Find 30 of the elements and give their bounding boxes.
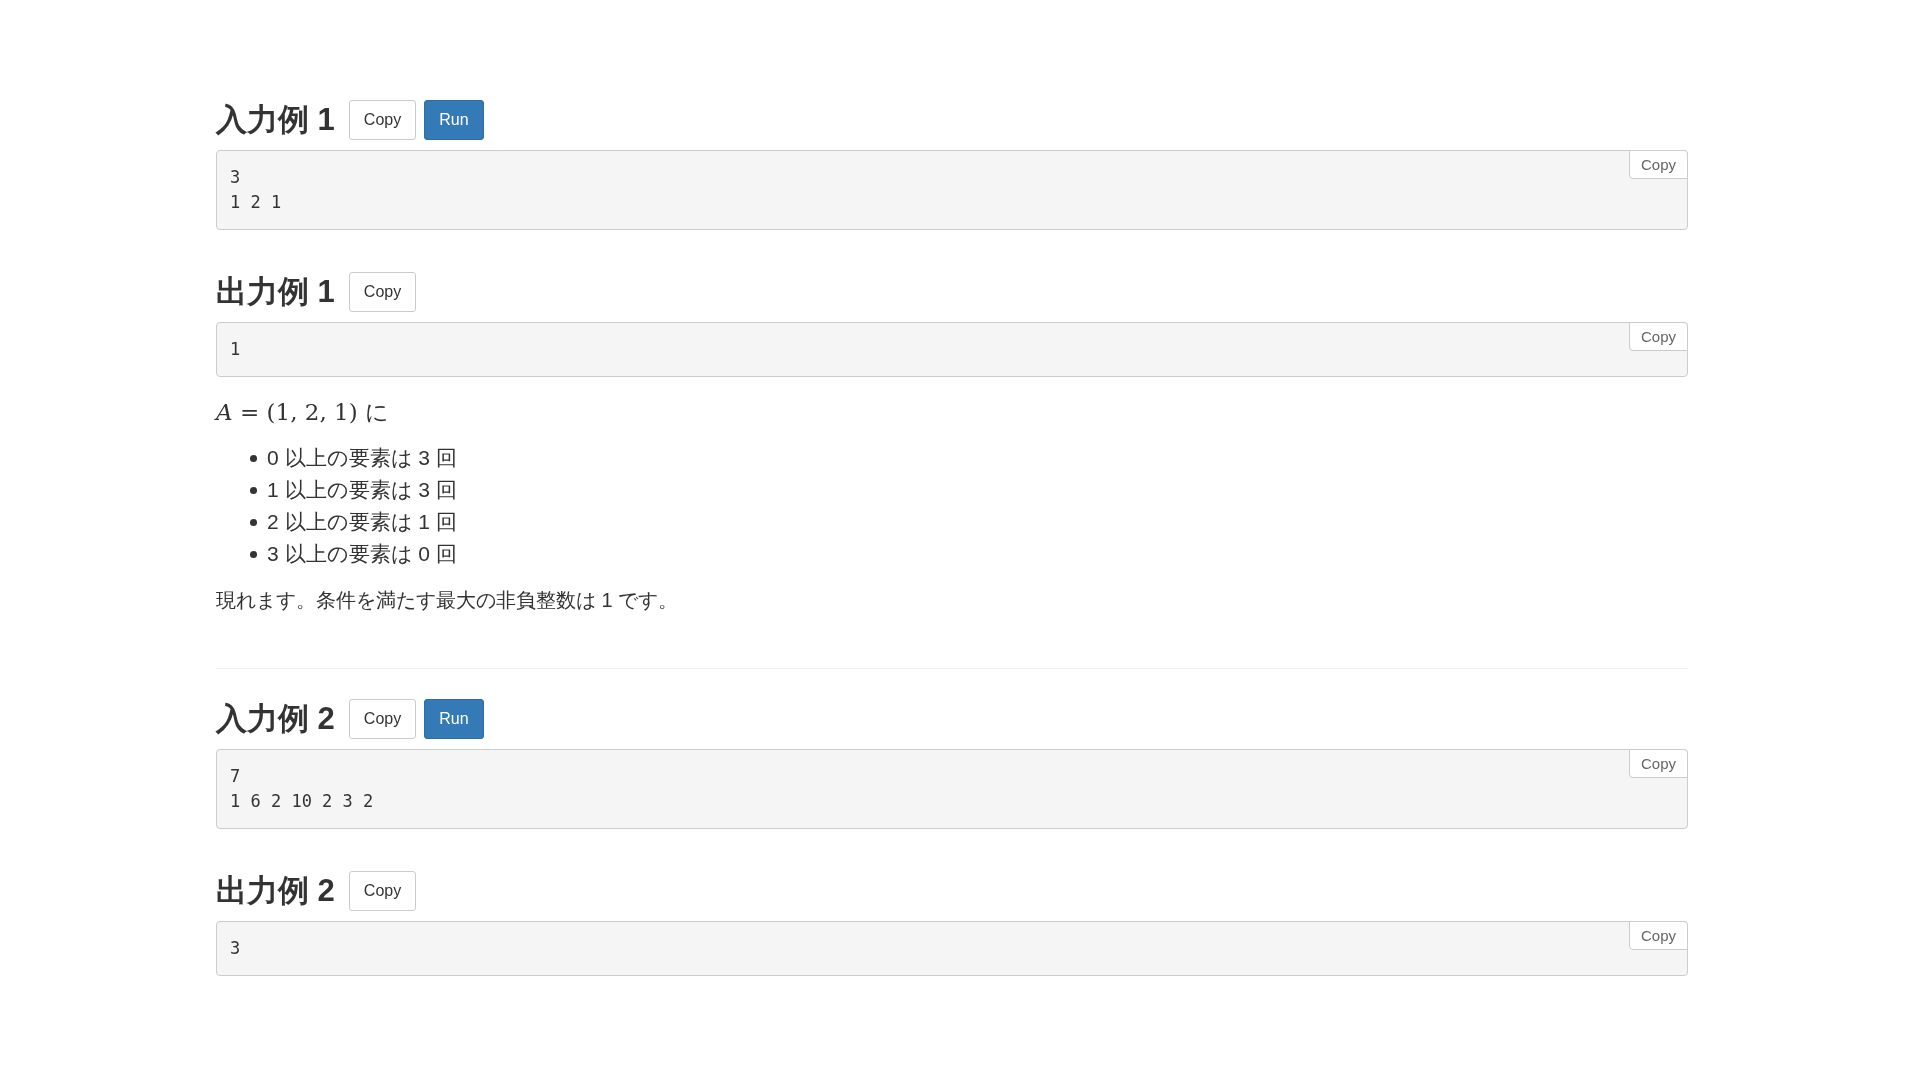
copy-button[interactable]: Copy <box>348 699 417 739</box>
copy-button[interactable]: Copy <box>348 100 417 140</box>
list-item: 0 以上の要素は 3 回 <box>267 445 457 471</box>
copy-button[interactable]: Copy <box>1628 921 1688 950</box>
section-heading: 出力例 1 <box>216 273 335 311</box>
bullet-icon <box>250 550 257 558</box>
section-heading: 出力例 2 <box>216 872 335 910</box>
copy-button[interactable]: Copy <box>1628 150 1688 179</box>
bullet-icon <box>250 454 257 462</box>
list-item: 3 以上の要素は 0 回 <box>267 541 457 567</box>
code-line: 7 <box>230 765 241 788</box>
copy-button[interactable]: Copy <box>348 272 417 312</box>
explanation-text: 現れます。条件を満たす最大の非負整数は 1 です。 <box>216 589 679 611</box>
run-button[interactable]: Run <box>424 100 484 140</box>
code-line: 3 <box>230 166 241 189</box>
section-heading: 入力例 2 <box>216 700 335 738</box>
math-text: A = (1, 2, 1) に <box>216 399 389 425</box>
list-item: 1 以上の要素は 3 回 <box>267 477 457 503</box>
code-line: 1 <box>230 338 241 361</box>
list-item: 2 以上の要素は 1 回 <box>267 509 457 535</box>
bullet-icon <box>250 486 257 494</box>
run-button[interactable]: Run <box>424 699 484 739</box>
code-line: 1 2 1 <box>230 191 282 214</box>
section-heading: 入力例 1 <box>216 101 335 139</box>
copy-button[interactable]: Copy <box>1628 322 1688 351</box>
bullet-icon <box>250 518 257 526</box>
copy-button[interactable]: Copy <box>1628 749 1688 778</box>
copy-button[interactable]: Copy <box>348 871 417 911</box>
code-line: 3 <box>230 937 241 960</box>
code-line: 1 6 2 10 2 3 2 <box>230 790 374 813</box>
